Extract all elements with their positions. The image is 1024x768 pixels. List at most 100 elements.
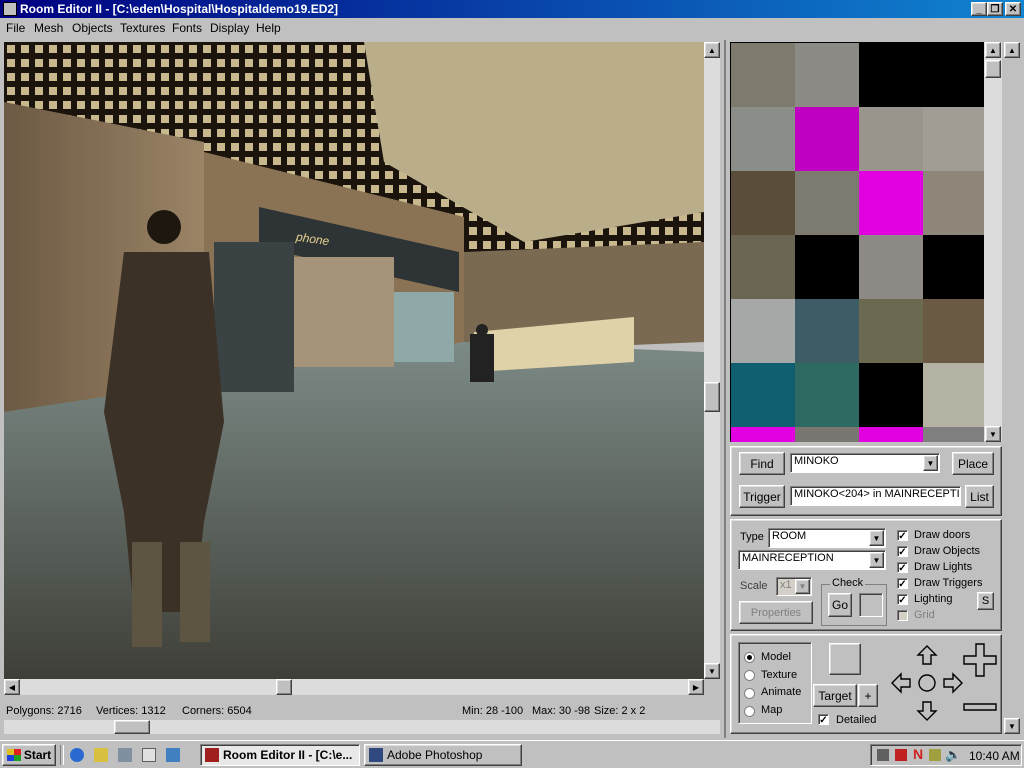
texture-tile[interactable] (795, 363, 859, 427)
tex-scroll-thumb[interactable] (985, 60, 1001, 78)
draw-lights-checkbox[interactable]: ✓ (897, 562, 908, 574)
texture-tile[interactable] (923, 171, 987, 235)
lighting-checkbox[interactable]: ✓ (897, 594, 908, 606)
properties-button[interactable]: Properties (739, 601, 813, 624)
viewport-hscroll[interactable]: ◀ ▶ (4, 679, 704, 695)
panel-scroll-up-arrow-icon[interactable]: ▲ (1004, 42, 1020, 58)
close-button[interactable]: ✕ (1005, 2, 1021, 16)
texture-tile[interactable] (795, 107, 859, 171)
detailed-checkbox[interactable]: ✓ (818, 714, 829, 726)
menu-mesh[interactable]: Mesh (34, 21, 63, 35)
texture-tile[interactable] (795, 299, 859, 363)
texture-tile[interactable] (859, 299, 923, 363)
hscroll-thumb[interactable] (276, 679, 292, 695)
restore-button[interactable]: ❐ (987, 2, 1003, 16)
menu-file[interactable]: File (6, 21, 25, 35)
vscroll-thumb[interactable] (704, 382, 720, 412)
scale-combo[interactable]: x1 ▼ (776, 577, 812, 596)
status-scroll-thumb[interactable] (114, 720, 150, 734)
s-button[interactable]: S (977, 592, 994, 610)
texture-tile[interactable] (859, 235, 923, 299)
viewport-vscroll[interactable]: ▲ ▼ (704, 42, 720, 679)
texture-tile[interactable] (859, 107, 923, 171)
app-icon[interactable] (3, 2, 17, 16)
texture-tile[interactable] (923, 235, 987, 299)
texture-tile[interactable] (731, 171, 795, 235)
room-combo-arrow-icon[interactable]: ▼ (869, 552, 884, 568)
texture-tile[interactable] (795, 171, 859, 235)
combo-arrow-icon[interactable]: ▼ (923, 455, 938, 471)
task-room-editor[interactable]: Room Editor II - [C:\e... (200, 744, 360, 766)
texture-vscroll[interactable]: ▲ ▼ (984, 42, 1002, 442)
place-button[interactable]: Place (952, 452, 994, 475)
menu-display[interactable]: Display (210, 21, 249, 35)
scroll-up-arrow-icon[interactable]: ▲ (704, 42, 720, 58)
model-radio[interactable] (744, 652, 755, 663)
quicklaunch-icon-3[interactable] (118, 748, 132, 762)
quicklaunch-icon-5[interactable] (166, 748, 180, 762)
texture-tile[interactable] (731, 299, 795, 363)
quicklaunch-icon-4[interactable] (142, 748, 156, 762)
quicklaunch-icon-2[interactable] (94, 748, 108, 762)
texture-tile[interactable] (859, 363, 923, 427)
check-color-swatch[interactable] (859, 593, 883, 617)
tex-scroll-down-arrow-icon[interactable]: ▼ (985, 426, 1001, 442)
trigger-field[interactable]: MINOKO<204> in MAINRECEPTI (790, 486, 961, 506)
texture-tile[interactable] (795, 43, 859, 107)
texture-tile[interactable] (731, 43, 795, 107)
scroll-down-arrow-icon[interactable]: ▼ (704, 663, 720, 679)
task-photoshop[interactable]: Adobe Photoshop (364, 744, 522, 766)
menu-objects[interactable]: Objects (72, 21, 113, 35)
scroll-right-arrow-icon[interactable]: ▶ (688, 679, 704, 695)
find-button[interactable]: Find (739, 452, 785, 475)
tray-icon-4[interactable] (929, 749, 941, 761)
texture-tile[interactable] (731, 427, 795, 442)
volume-icon[interactable]: 🔈 (945, 747, 961, 763)
room-combo[interactable]: MAINRECEPTION ▼ (738, 550, 886, 570)
start-button[interactable]: Start (2, 744, 56, 766)
draw-doors-checkbox[interactable]: ✓ (897, 530, 908, 542)
texture-tile[interactable] (923, 43, 987, 107)
go-button[interactable]: Go (828, 593, 852, 617)
texture-tile[interactable] (731, 107, 795, 171)
panel-scroll-down-arrow-icon[interactable]: ▼ (1004, 718, 1020, 734)
target-button[interactable]: Target (813, 684, 857, 707)
texture-tile[interactable] (923, 107, 987, 171)
texture-tile[interactable] (859, 171, 923, 235)
tray-icon-2[interactable] (895, 749, 907, 761)
minimize-button[interactable]: _ (971, 2, 987, 16)
ie-icon[interactable] (70, 748, 84, 762)
texture-palette[interactable] (730, 42, 1002, 442)
texture-tile[interactable] (795, 235, 859, 299)
scale-combo-arrow-icon[interactable]: ▼ (795, 579, 810, 594)
navigation-pad[interactable] (890, 642, 1000, 726)
menu-fonts[interactable]: Fonts (172, 21, 202, 35)
texture-tile[interactable] (923, 363, 987, 427)
3d-viewport[interactable]: phone (4, 42, 704, 679)
splitter[interactable] (724, 40, 726, 738)
draw-triggers-checkbox[interactable]: ✓ (897, 578, 908, 590)
menu-help[interactable]: Help (256, 21, 281, 35)
map-radio[interactable] (744, 706, 755, 717)
type-combo[interactable]: ROOM ▼ (768, 528, 886, 548)
status-scroll[interactable] (4, 720, 720, 734)
texture-tile[interactable] (795, 427, 859, 442)
scroll-left-arrow-icon[interactable]: ◀ (4, 679, 20, 695)
texture-tile[interactable] (731, 363, 795, 427)
list-button[interactable]: List (965, 485, 994, 508)
tex-scroll-up-arrow-icon[interactable]: ▲ (985, 42, 1001, 58)
texture-radio[interactable] (744, 670, 755, 681)
draw-objects-checkbox[interactable]: ✓ (897, 546, 908, 558)
texture-tile[interactable] (923, 427, 987, 442)
texture-tile[interactable] (731, 235, 795, 299)
texture-tile[interactable] (923, 299, 987, 363)
target-plus-button[interactable]: + (858, 684, 878, 707)
texture-tile[interactable] (859, 427, 923, 442)
object-combo[interactable]: MINOKO ▼ (790, 453, 940, 473)
texture-tile[interactable] (859, 43, 923, 107)
preview-swatch-button[interactable] (829, 643, 861, 675)
tray-icon-1[interactable] (877, 749, 889, 761)
type-combo-arrow-icon[interactable]: ▼ (869, 530, 884, 546)
title-bar[interactable]: Room Editor II - [C:\eden\Hospital\Hospi… (0, 0, 1024, 18)
trigger-button[interactable]: Trigger (739, 485, 785, 508)
